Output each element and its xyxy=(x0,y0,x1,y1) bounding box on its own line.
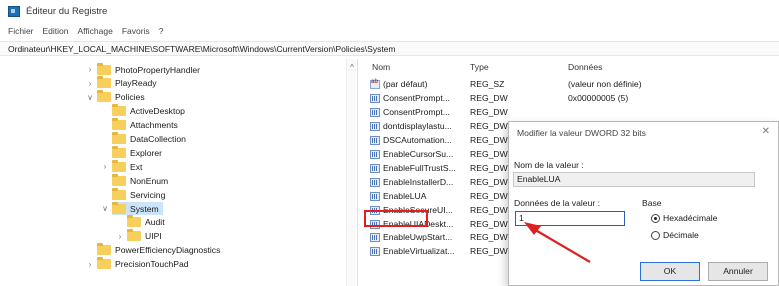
red-arrow-annotation xyxy=(524,222,591,263)
